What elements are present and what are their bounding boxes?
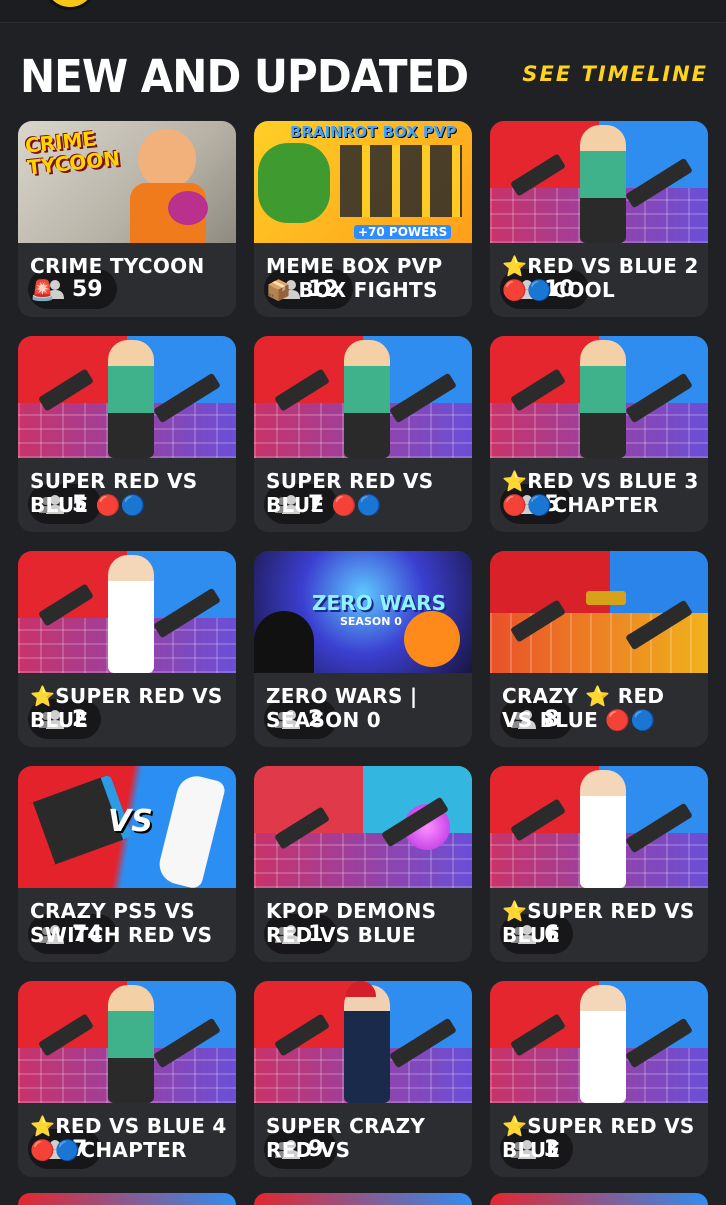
- character: [108, 985, 154, 1103]
- island-card[interactable]: BRAINROT BOX PVP +70 POWERS 12 MEME BOX PVP…: [254, 121, 472, 317]
- card-title: ⭐SUPER RED VS BLUE: [30, 684, 223, 732]
- fish-character: [404, 611, 460, 667]
- island-card[interactable]: 8 CRAZY ⭐ RED VS BLUE 🔴🔵: [490, 551, 708, 747]
- thumbnail-logo: VS: [108, 804, 153, 839]
- card-title: SUPER RED VS BLUE 🔴🔵: [30, 469, 198, 517]
- meme-icons: [340, 145, 462, 217]
- card-title: ⭐SUPER RED VS BLUE: [502, 1114, 695, 1162]
- character-head: [138, 129, 196, 189]
- section-header: NEW AND UPDATED SEE TIMELINE: [0, 40, 726, 110]
- card-title: ZERO WARS | SEASON 0: [266, 684, 418, 732]
- island-card[interactable]: 10 ⭐RED VS BLUE 2 🔴🔵COOL: [490, 121, 708, 317]
- card-title: ⭐RED VS BLUE 2 🔴🔵COOL: [502, 254, 699, 302]
- island-card[interactable]: 6 ⭐SUPER RED VS BLUE: [490, 766, 708, 962]
- thumbnail: [18, 981, 236, 1103]
- card-title: ⭐SUPER RED VS BLUE: [502, 899, 695, 947]
- thumbnail-logo: BRAINROT BOX PVP: [290, 123, 457, 141]
- next-row-peek: [0, 1188, 726, 1205]
- card-title: CRAZY PS5 VS SWITCH RED VS: [30, 899, 213, 947]
- card-title: KPOP DEMONS RED VS BLUE: [266, 899, 437, 947]
- boxing-glove: [168, 191, 208, 225]
- thumbnail: [254, 981, 472, 1103]
- thumbnail: [254, 336, 472, 458]
- thumbnail: [18, 551, 236, 673]
- thumbnail: [490, 336, 708, 458]
- island-card[interactable]: 9 SUPER CRAZY RED VS: [254, 981, 472, 1177]
- island-card[interactable]: VS 74 CRAZY PS5 VS SWITCH RED VS: [18, 766, 236, 962]
- section-title: NEW AND UPDATED: [20, 50, 469, 103]
- top-bar: [0, 0, 726, 23]
- thumbnail-logo: CRIME TYCOON: [23, 126, 122, 180]
- island-card[interactable]: 1 KPOP DEMONS RED VS BLUE: [254, 766, 472, 962]
- card-title: CRIME TYCOON 🚨: [30, 254, 205, 302]
- character: [580, 125, 626, 243]
- thumbnail-sub: +70 POWERS: [354, 225, 452, 239]
- card-title: ⭐RED VS BLUE 4 🔴🔵CHAPTER: [30, 1114, 227, 1162]
- thumbnail: ZERO WARS SEASON 0: [254, 551, 472, 673]
- character: [344, 340, 390, 458]
- character: [580, 340, 626, 458]
- character: [108, 555, 154, 673]
- thumbnail: [254, 766, 472, 888]
- thumbnail: [490, 981, 708, 1103]
- thumbnail: BRAINROT BOX PVP +70 POWERS: [254, 121, 472, 243]
- character: [108, 340, 154, 458]
- ps5-console: [155, 772, 227, 888]
- card-title: CRAZY ⭐ RED VS BLUE 🔴🔵: [502, 684, 665, 732]
- thumbnail: VS: [18, 766, 236, 888]
- character-silhouette: [254, 611, 314, 673]
- coin-icon[interactable]: [42, 0, 98, 10]
- island-card[interactable]: 5 SUPER RED VS BLUE 🔴🔵: [18, 336, 236, 532]
- island-card[interactable]: CRIME TYCOON 59 CRIME TYCOON 🚨: [18, 121, 236, 317]
- thumbnail: CRIME TYCOON: [18, 121, 236, 243]
- card-title: SUPER CRAZY RED VS: [266, 1114, 426, 1162]
- see-timeline-link[interactable]: SEE TIMELINE: [522, 62, 708, 86]
- card-title: SUPER RED VS BLUE 🔴🔵: [266, 469, 434, 517]
- character: [344, 985, 390, 1103]
- island-card[interactable]: 7 SUPER RED VS BLUE 🔴🔵: [254, 336, 472, 532]
- card-title: MEME BOX PVP 📦 BOX FIGHTS: [266, 254, 443, 302]
- character: [580, 770, 626, 888]
- thumbnail: [18, 336, 236, 458]
- thumbnail-sub: SEASON 0: [340, 615, 402, 628]
- island-card[interactable]: 3 ⭐SUPER RED VS BLUE: [490, 981, 708, 1177]
- thumbnail: [490, 551, 708, 673]
- gold-bar: [586, 591, 626, 605]
- santa-hat: [346, 981, 376, 997]
- broccoli-character: [258, 143, 330, 223]
- thumbnail: [490, 766, 708, 888]
- island-card[interactable]: 5 ⭐RED VS BLUE 3 🔴🔵CHAPTER: [490, 336, 708, 532]
- card-title: ⭐RED VS BLUE 3 🔴🔵CHAPTER: [502, 469, 699, 517]
- island-card[interactable]: 7 ⭐RED VS BLUE 4 🔴🔵CHAPTER: [18, 981, 236, 1177]
- thumbnail: [490, 121, 708, 243]
- character: [580, 985, 626, 1103]
- island-card[interactable]: 2 ⭐SUPER RED VS BLUE: [18, 551, 236, 747]
- island-card[interactable]: ZERO WARS SEASON 0 2 ZERO WARS | SEASON 0: [254, 551, 472, 747]
